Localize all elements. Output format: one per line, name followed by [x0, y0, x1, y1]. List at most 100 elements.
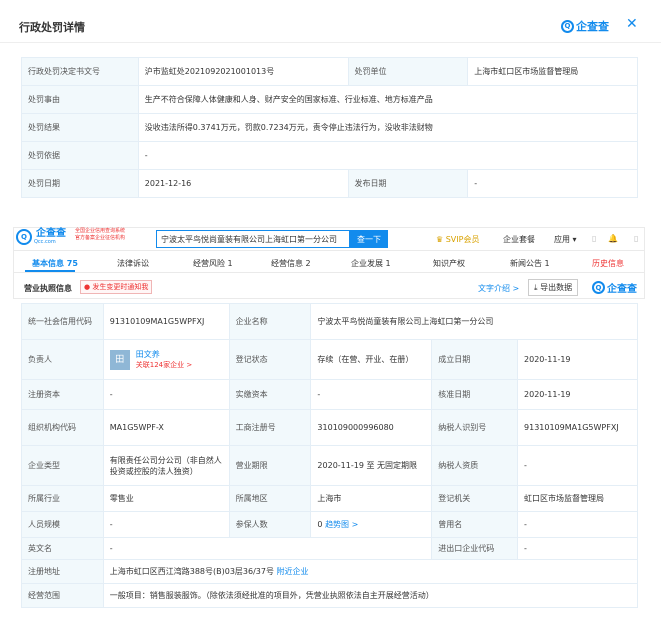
close-icon[interactable]: ✕ — [626, 16, 638, 32]
site-slogan: 全国企业信用查询系统 官方备案企业征信机构 — [75, 228, 126, 241]
value-approval-date: 2020-11-19 — [517, 379, 638, 410]
tab-history[interactable]: 历史信息 — [592, 258, 624, 269]
label-english-name: 英文名 — [21, 537, 104, 560]
value-company-type: 有限责任公司分公司（非自然人投资或控股的法人独资） — [102, 445, 230, 486]
phone-icon[interactable]: ▯ — [592, 234, 596, 243]
label-status: 登记状态 — [228, 339, 312, 380]
label-region: 所属地区 — [228, 485, 312, 512]
message-icon[interactable]: ▯ — [634, 234, 638, 243]
value-paid-capital: - — [310, 379, 433, 410]
label-business-term: 营业期限 — [228, 445, 312, 486]
download-icon: ⤓ — [534, 283, 538, 292]
value-taxpayer-qual: - — [517, 445, 638, 486]
site-logo-text: 企查查 — [36, 228, 66, 239]
value-staff-size: - — [102, 511, 230, 538]
notify-badge[interactable]: ● 发生变更时通知我 — [80, 280, 153, 294]
label-legal-rep: 负责人 — [21, 339, 104, 380]
value-credit-code: 91310109MA1G5WPFXJ — [102, 303, 230, 340]
value-reason: 生产不符合保障人体健康和人身、财产安全的国家标准、行业标准、地方标准产品 — [137, 85, 639, 114]
legal-rep-cell: 田 田文养 关联124家企业 > — [102, 339, 230, 380]
value-reg-authority: 虹口区市场监督管理局 — [517, 485, 638, 512]
value-import-export-code: - — [517, 537, 638, 560]
site-logo-url: Qcc.com — [34, 239, 56, 245]
tab-ip[interactable]: 知识产权 — [433, 258, 465, 269]
value-taxpayer-id: 91310109MA1G5WPFXJ — [517, 409, 638, 446]
label-insured: 参保人数 — [228, 511, 312, 538]
page-title: 行政处罚详情 — [19, 21, 85, 34]
table-row: 处罚事由 生产不符合保障人体健康和人身、财产安全的国家标准、行业标准、地方标准产… — [21, 85, 639, 114]
nav-package[interactable]: 企业套餐 — [503, 234, 535, 245]
label-result: 处罚结果 — [21, 113, 139, 142]
value-reg-no: 310109000996080 — [310, 409, 433, 446]
value-address: 上海市虹口区西江湾路388号(B)03层36/37号 附近企业 — [102, 559, 639, 584]
qcc-logo-icon: Q — [561, 19, 574, 33]
tab-litigation[interactable]: 法律诉讼 — [117, 258, 149, 269]
label-reg-authority: 登记机关 — [431, 485, 519, 512]
table-row: 负责人 田 田文养 关联124家企业 > 登记状态 存续（在营、开业、在册） 成… — [21, 339, 638, 380]
label-reg-capital: 注册资本 — [21, 379, 104, 410]
table-row: 企业类型 有限责任公司分公司（非自然人投资或控股的法人独资） 营业期限 2020… — [21, 445, 638, 486]
related-companies-link[interactable]: 关联124家企业 > — [136, 361, 192, 369]
qcc-logo-icon: Q — [592, 281, 605, 294]
site-logo[interactable]: Q 企查查 Qcc.com — [16, 229, 66, 245]
search-button[interactable]: 查一下 — [350, 230, 388, 248]
label-company-type: 企业类型 — [21, 445, 104, 486]
divider — [0, 42, 661, 43]
qcc-logo-icon: Q — [16, 229, 32, 245]
bell-icon[interactable]: 🔔 — [608, 234, 618, 243]
trend-chart-link[interactable]: 趋势图 > — [325, 520, 358, 529]
value-result: 没收违法所得0.3741万元，罚款0.7234万元，责令停止违法行为，没收非法财… — [137, 113, 639, 142]
table-row: 注册资本 - 实缴资本 - 核准日期 2020-11-19 — [21, 379, 638, 410]
nearby-companies-link[interactable]: 附近企业 — [277, 567, 309, 576]
label-paid-capital: 实缴资本 — [228, 379, 312, 410]
label-credit-code: 统一社会信用代码 — [21, 303, 104, 340]
label-basis: 处罚依据 — [21, 141, 139, 170]
label-business-scope: 经营范围 — [21, 583, 104, 608]
label-company-name: 企业名称 — [228, 303, 312, 340]
label-address: 注册地址 — [21, 559, 104, 584]
active-tab-indicator — [25, 270, 75, 272]
label-penalty-org: 处罚单位 — [347, 57, 469, 86]
text-intro-link[interactable]: 文字介绍 > — [478, 283, 519, 294]
label-publish-date: 发布日期 — [347, 169, 469, 198]
value-former-name: - — [517, 511, 638, 538]
penalty-detail-table: 行政处罚决定书文号 沪市监虹处2021092021001013号 处罚单位 上海… — [21, 57, 639, 198]
table-row: 处罚依据 - — [21, 141, 639, 170]
label-penalty-date: 处罚日期 — [21, 169, 139, 198]
tab-development[interactable]: 企业发展 1 — [351, 258, 391, 269]
value-decision-no: 沪市监虹处2021092021001013号 — [137, 57, 349, 86]
value-english-name: - — [102, 537, 433, 560]
value-status: 存续（在营、开业、在册） — [310, 339, 433, 380]
table-row: 注册地址 上海市虹口区西江湾路388号(B)03层36/37号 附近企业 — [21, 559, 639, 584]
tab-news[interactable]: 新闻公告 1 — [510, 258, 550, 269]
label-approval-date: 核准日期 — [431, 379, 519, 410]
table-row: 统一社会信用代码 91310109MA1G5WPFXJ 企业名称 宁波太平鸟悦尚… — [21, 303, 638, 340]
table-row: 处罚日期 2021-12-16 发布日期 - — [21, 169, 638, 198]
value-penalty-org: 上海市虹口区市场监督管理局 — [467, 57, 638, 86]
svip-link[interactable]: ♛ SVIP会员 — [436, 234, 479, 245]
tab-business-info[interactable]: 经营信息 2 — [271, 258, 311, 269]
label-former-name: 曾用名 — [431, 511, 519, 538]
export-button[interactable]: ⤓ 导出数据 — [528, 279, 579, 296]
label-reg-no: 工商注册号 — [228, 409, 312, 446]
label-taxpayer-id: 纳税人识别号 — [431, 409, 519, 446]
value-publish-date: - — [467, 169, 638, 198]
value-industry: 零售业 — [102, 485, 230, 512]
tab-bar — [13, 251, 645, 273]
tab-basic-info[interactable]: 基本信息 75 — [32, 258, 78, 269]
table-row: 所属行业 零售业 所属地区 上海市 登记机关 虹口区市场监督管理局 — [21, 485, 638, 512]
label-org-code: 组织机构代码 — [21, 409, 104, 446]
value-company-name: 宁波太平鸟悦尚童装有限公司上海虹口第一分公司 — [310, 303, 638, 340]
table-row: 组织机构代码 MA1G5WPF-X 工商注册号 310109000996080 … — [21, 409, 638, 446]
qcc-logo-text: 企查查 — [576, 20, 609, 33]
tab-risk[interactable]: 经营风险 1 — [193, 258, 233, 269]
label-taxpayer-qual: 纳税人资质 — [431, 445, 519, 486]
value-basis: - — [137, 141, 639, 170]
value-region: 上海市 — [310, 485, 433, 512]
value-penalty-date: 2021-12-16 — [137, 169, 349, 198]
person-link[interactable]: 田文养 — [136, 350, 160, 359]
search-input[interactable]: 宁波太平鸟悦尚童装有限公司上海虹口第一分公司 — [156, 230, 350, 248]
label-industry: 所属行业 — [21, 485, 104, 512]
nav-apps[interactable]: 应用 ▾ — [554, 234, 577, 245]
value-business-term: 2020-11-19 至 无固定期限 — [310, 445, 433, 486]
